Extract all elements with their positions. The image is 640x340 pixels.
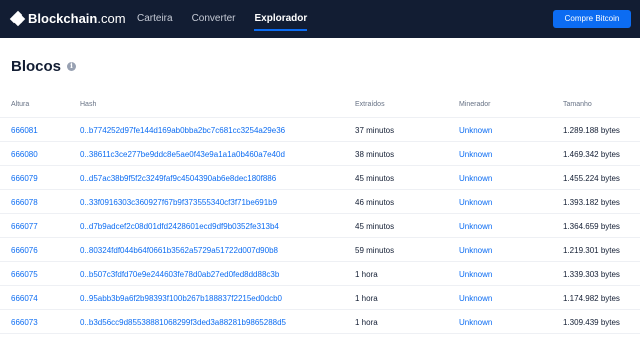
block-size: 1.289.188 bytes xyxy=(563,126,620,135)
block-height-link[interactable]: 666076 xyxy=(11,246,38,255)
block-height-link[interactable]: 666081 xyxy=(11,126,38,135)
block-hash-link[interactable]: 0..95abb3b9a6f2b98393f100b267b188837f221… xyxy=(80,294,282,303)
page-title: Blocos xyxy=(11,58,62,75)
block-mined-time: 59 minutos xyxy=(355,246,395,255)
table-row: 666081 0..b774252d97fe144d169ab0bba2bc7c… xyxy=(0,118,640,142)
block-size: 1.455.224 bytes xyxy=(563,174,620,183)
table-row: 666078 0..33f0916303c360927f67b9f3735553… xyxy=(0,190,640,214)
logo-name-bold: Blockchain xyxy=(28,11,98,26)
table-row: 666076 0..80324fdf044b64f0661b3562a5729a… xyxy=(0,238,640,262)
block-miner-link[interactable]: Unknown xyxy=(459,318,492,327)
block-size: 1.174.982 bytes xyxy=(563,294,620,303)
block-mined-time: 46 minutos xyxy=(355,198,395,207)
table-row: 666079 0..d57ac38b9f5f2c3249faf9c4504390… xyxy=(0,166,640,190)
block-height-link[interactable]: 666077 xyxy=(11,222,38,231)
block-mined-time: 38 minutos xyxy=(355,150,395,159)
blockchain-logo[interactable]: Blockchain.com xyxy=(9,10,126,27)
block-height-link[interactable]: 666073 xyxy=(11,318,38,327)
block-height-link[interactable]: 666075 xyxy=(11,270,38,279)
block-mined-time: 1 hora xyxy=(355,270,378,279)
nav-item-explorador[interactable]: Explorador xyxy=(254,0,307,38)
block-hash-link[interactable]: 0..b3d56cc9d85538881068299f3ded3a88281b9… xyxy=(80,318,286,327)
blocks-table: Altura Hash Extraídos Minerador Tamanho … xyxy=(0,94,640,334)
block-hash-link[interactable]: 0..d57ac38b9f5f2c3249faf9c4504390ab6e8de… xyxy=(80,174,276,183)
logo-text: Blockchain.com xyxy=(28,11,126,26)
info-icon[interactable] xyxy=(67,61,77,71)
block-size: 1.364.659 bytes xyxy=(563,222,620,231)
block-hash-link[interactable]: 0..b507c3fdfd70e9e244603fe78d0ab27ed0fed… xyxy=(80,270,279,279)
block-mined-time: 45 minutos xyxy=(355,222,395,231)
nav-item-converter[interactable]: Converter xyxy=(192,0,236,38)
block-hash-link[interactable]: 0..80324fdf044b64f0661b3562a5729a51722d0… xyxy=(80,246,278,255)
block-mined-time: 1 hora xyxy=(355,294,378,303)
block-miner-link[interactable]: Unknown xyxy=(459,246,492,255)
buy-bitcoin-button[interactable]: Compre Bitcoin xyxy=(553,10,631,28)
block-miner-link[interactable]: Unknown xyxy=(459,174,492,183)
column-header-hash: Hash xyxy=(80,101,97,108)
block-size: 1.339.303 bytes xyxy=(563,270,620,279)
table-row: 666077 0..d7b9adcef2c08d01dfd2428601ecd9… xyxy=(0,214,640,238)
block-mined-time: 1 hora xyxy=(355,318,378,327)
block-hash-link[interactable]: 0..b774252d97fe144d169ab0bba2bc7c681cc32… xyxy=(80,126,285,135)
block-size: 1.309.439 bytes xyxy=(563,318,620,327)
block-mined-time: 37 minutos xyxy=(355,126,395,135)
block-height-link[interactable]: 666079 xyxy=(11,174,38,183)
logo-name-light: .com xyxy=(97,11,126,26)
column-header-height: Altura xyxy=(11,101,30,108)
top-navbar: Blockchain.com Carteira Converter Explor… xyxy=(0,0,640,38)
nav-item-carteira[interactable]: Carteira xyxy=(137,0,173,38)
blockchain-logo-icon xyxy=(9,10,26,27)
table-row: 666080 0..38611c3ce277be9ddc8e5ae0f43e9a… xyxy=(0,142,640,166)
block-miner-link[interactable]: Unknown xyxy=(459,150,492,159)
block-miner-link[interactable]: Unknown xyxy=(459,198,492,207)
block-size: 1.219.301 bytes xyxy=(563,246,620,255)
table-header: Altura Hash Extraídos Minerador Tamanho xyxy=(0,94,640,118)
main-nav: Carteira Converter Explorador xyxy=(137,0,326,38)
column-header-mined: Extraídos xyxy=(355,101,385,108)
table-row: 666074 0..95abb3b9a6f2b98393f100b267b188… xyxy=(0,286,640,310)
block-height-link[interactable]: 666080 xyxy=(11,150,38,159)
block-hash-link[interactable]: 0..38611c3ce277be9ddc8e5ae0f43e9a1a1a0b4… xyxy=(80,150,285,159)
block-hash-link[interactable]: 0..d7b9adcef2c08d01dfd2428601ecd9df9b035… xyxy=(80,222,279,231)
block-height-link[interactable]: 666078 xyxy=(11,198,38,207)
block-miner-link[interactable]: Unknown xyxy=(459,126,492,135)
table-row: 666075 0..b507c3fdfd70e9e244603fe78d0ab2… xyxy=(0,262,640,286)
block-hash-link[interactable]: 0..33f0916303c360927f67b9f373555340cf3f7… xyxy=(80,198,277,207)
block-size: 1.469.342 bytes xyxy=(563,150,620,159)
block-miner-link[interactable]: Unknown xyxy=(459,222,492,231)
column-header-miner: Minerador xyxy=(459,101,491,108)
block-mined-time: 45 minutos xyxy=(355,174,395,183)
block-miner-link[interactable]: Unknown xyxy=(459,270,492,279)
block-miner-link[interactable]: Unknown xyxy=(459,294,492,303)
block-height-link[interactable]: 666074 xyxy=(11,294,38,303)
column-header-size: Tamanho xyxy=(563,101,592,108)
table-row: 666073 0..b3d56cc9d85538881068299f3ded3a… xyxy=(0,310,640,334)
page-title-row: Blocos xyxy=(11,58,77,75)
block-size: 1.393.182 bytes xyxy=(563,198,620,207)
